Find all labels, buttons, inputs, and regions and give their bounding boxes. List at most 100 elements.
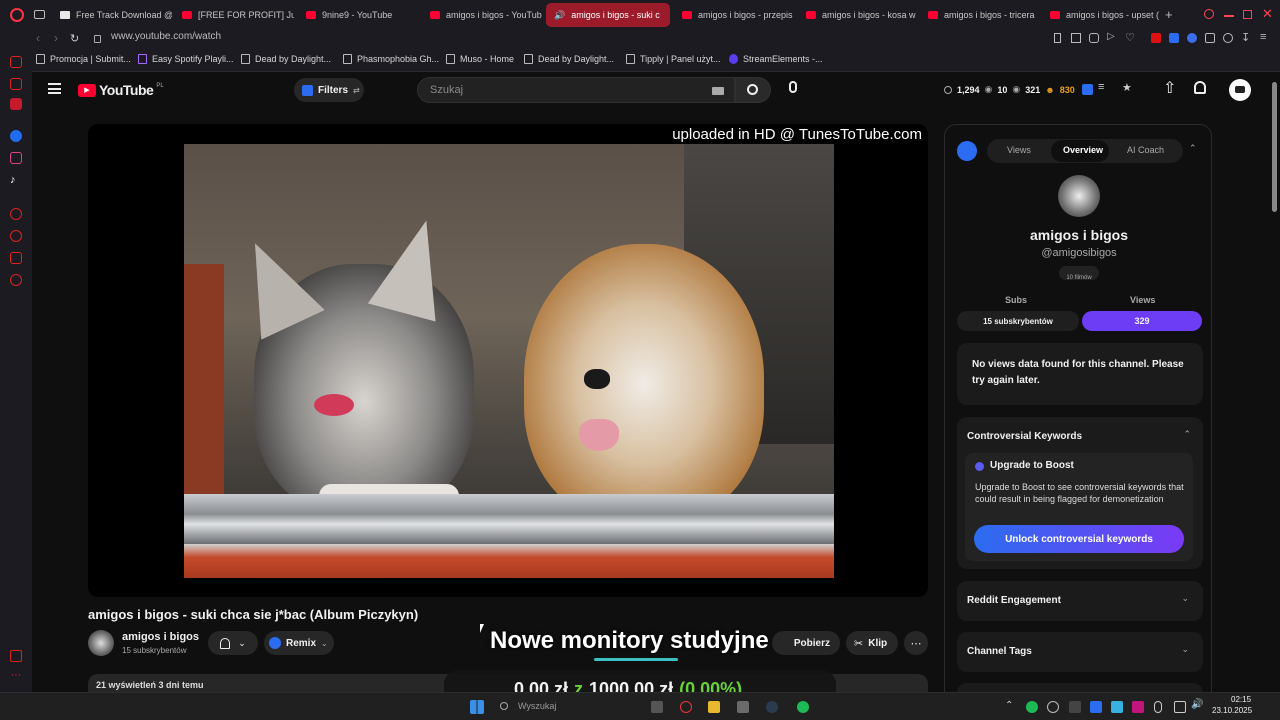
new-tab-button[interactable]: + (1165, 7, 1173, 22)
gx-icon[interactable] (10, 650, 22, 662)
vidiq-extension-icon[interactable] (1082, 84, 1093, 95)
browser-tab[interactable]: Free Track Download @ (52, 3, 172, 27)
browser-tab[interactable]: amigos i bigos - YouTub (422, 3, 542, 27)
subscribe-bell-button[interactable]: ⌄ (208, 631, 258, 655)
windows-start-icon[interactable] (470, 700, 484, 714)
gmail-sidebar-icon[interactable] (10, 98, 22, 110)
tray-icon[interactable] (1069, 701, 1081, 713)
search-input[interactable]: Szukaj (417, 77, 735, 103)
tab-overview-icon[interactable] (34, 10, 45, 19)
steam-icon[interactable] (766, 701, 778, 713)
url-field[interactable]: www.youtube.com/watch (111, 31, 221, 42)
unlock-keywords-button[interactable]: Unlock controversial keywords (974, 525, 1184, 553)
instagram-icon[interactable] (10, 152, 22, 164)
remix-button[interactable]: Remix ⌄ (264, 631, 334, 655)
minimize-icon[interactable] (1224, 15, 1234, 17)
messenger-icon[interactable] (10, 130, 22, 142)
channel-avatar[interactable] (88, 630, 114, 656)
extension-red-icon[interactable] (1151, 33, 1161, 43)
channel-tags-card[interactable]: Channel Tags ⌄ (957, 632, 1203, 672)
browser-tab-active[interactable]: 🔊 amigos i bigos - suki c (546, 3, 670, 27)
spotify-icon[interactable] (797, 701, 809, 713)
bookmark-item[interactable]: Dead by Daylight... (524, 54, 614, 64)
collapse-panel-icon[interactable]: ⌃ (1189, 143, 1197, 154)
bookmark-item[interactable]: Muso - Home (446, 54, 514, 64)
maximize-icon[interactable] (1243, 10, 1252, 19)
subs-value-pill[interactable]: 15 subskrybentów (957, 311, 1079, 331)
bookmark-item[interactable]: Promocja | Submit... (36, 54, 131, 64)
filters-button[interactable]: Filters ⇄ (294, 78, 364, 102)
more-icon[interactable]: ⋯ (11, 670, 21, 681)
upload-icon[interactable]: ⇧ (1163, 78, 1176, 98)
microphone-tray-icon[interactable] (1154, 701, 1162, 713)
clip-button[interactable]: ✂ Klip (846, 631, 898, 655)
reddit-engagement-card[interactable]: Reddit Engagement ⌄ (957, 581, 1203, 621)
keyboard-icon[interactable] (712, 87, 724, 95)
home-icon[interactable] (10, 56, 22, 68)
spotify-tray-icon[interactable] (1026, 701, 1038, 713)
volume-icon[interactable]: 🔊 (1191, 699, 1203, 710)
play-icon[interactable]: ▷ (1107, 31, 1115, 42)
shield-icon[interactable] (1089, 33, 1099, 43)
reload-icon[interactable]: ↻ (70, 32, 79, 45)
avatar[interactable] (1229, 79, 1251, 101)
bookmark-icon[interactable] (1054, 33, 1061, 43)
list-icon[interactable]: ≡ (1098, 81, 1104, 93)
extensions-sidebar-icon[interactable] (10, 252, 22, 264)
bookmark-item[interactable]: Tipply | Panel użyt... (626, 54, 721, 64)
downloads-icon[interactable]: ↧ (1241, 31, 1250, 44)
extension-icon[interactable] (1187, 33, 1197, 43)
forward-icon[interactable]: › (54, 31, 58, 45)
app-icon[interactable] (737, 701, 749, 713)
search-tabs-icon[interactable] (1204, 9, 1214, 19)
close-icon[interactable]: ✕ (1262, 6, 1273, 22)
channel-name[interactable]: amigos i bigos (122, 631, 199, 643)
browser-tab[interactable]: amigos i bigos - upset ( (1042, 3, 1162, 27)
scrollbar-thumb[interactable] (1271, 82, 1277, 212)
youtube-logo[interactable]: ▶ YouTube PL (78, 82, 164, 98)
browser-tab[interactable]: amigos i bigos - kosa w (798, 3, 918, 27)
notifications-icon[interactable] (1194, 81, 1206, 94)
browser-tab[interactable]: [FREE FOR PROFIT] Juic (174, 3, 294, 27)
network-icon[interactable] (1174, 701, 1186, 713)
shopping-icon[interactable] (10, 78, 22, 90)
extension-puzzle-icon[interactable] (1205, 33, 1215, 43)
file-explorer-icon[interactable] (708, 701, 720, 713)
bookmark-item[interactable]: StreamElements -... (729, 54, 823, 64)
tab-views[interactable]: Views (1007, 145, 1031, 155)
tab-ai-coach[interactable]: AI Coach (1127, 145, 1164, 155)
task-view-icon[interactable] (651, 701, 663, 713)
tray-chevron-up-icon[interactable]: ⌃ (1005, 700, 1013, 711)
settings-icon[interactable] (10, 274, 22, 286)
download-button[interactable]: Pobierz (772, 631, 840, 655)
tray-icon[interactable] (1047, 701, 1059, 713)
tray-icon[interactable] (1132, 701, 1144, 713)
chevron-up-icon[interactable]: ⌃ (1183, 429, 1191, 440)
snapshot-icon[interactable] (1071, 33, 1081, 43)
menu-icon[interactable]: ≡ (1260, 31, 1266, 43)
player-icon[interactable] (10, 208, 22, 220)
back-icon[interactable]: ‹ (36, 31, 40, 45)
more-actions-button[interactable]: ⋯ (904, 631, 928, 655)
tray-icon[interactable] (1111, 701, 1123, 713)
opera-menu-icon[interactable] (10, 8, 24, 22)
bookmark-item[interactable]: Phasmophobia Gh... (343, 54, 439, 64)
tray-icon[interactable] (1090, 701, 1102, 713)
views-value-pill[interactable]: 329 (1082, 311, 1202, 331)
tiktok-icon[interactable]: ♪ (10, 174, 22, 186)
microphone-icon[interactable] (789, 81, 797, 93)
easy-setup-icon[interactable] (1223, 33, 1233, 43)
browser-tab[interactable]: amigos i bigos - tricera (920, 3, 1040, 27)
taskbar-search[interactable]: Wyszukaj (494, 697, 604, 717)
heart-icon[interactable]: ♡ (1125, 31, 1135, 44)
clock-date[interactable]: 23.10.2025 (1212, 706, 1252, 715)
history-icon[interactable] (10, 230, 22, 242)
hamburger-menu-icon[interactable] (48, 83, 61, 94)
browser-tab[interactable]: 9nine9 - YouTube (298, 3, 418, 27)
clock-time[interactable]: 02:15 (1231, 695, 1251, 704)
bookmark-item[interactable]: Easy Spotify Playli... (138, 54, 234, 64)
bookmark-item[interactable]: Dead by Daylight... (241, 54, 331, 64)
page-scrollbar[interactable] (1270, 74, 1278, 690)
search-button[interactable] (735, 77, 771, 103)
video-player[interactable]: uploaded in HD @ TunesToTube.com (88, 124, 928, 597)
